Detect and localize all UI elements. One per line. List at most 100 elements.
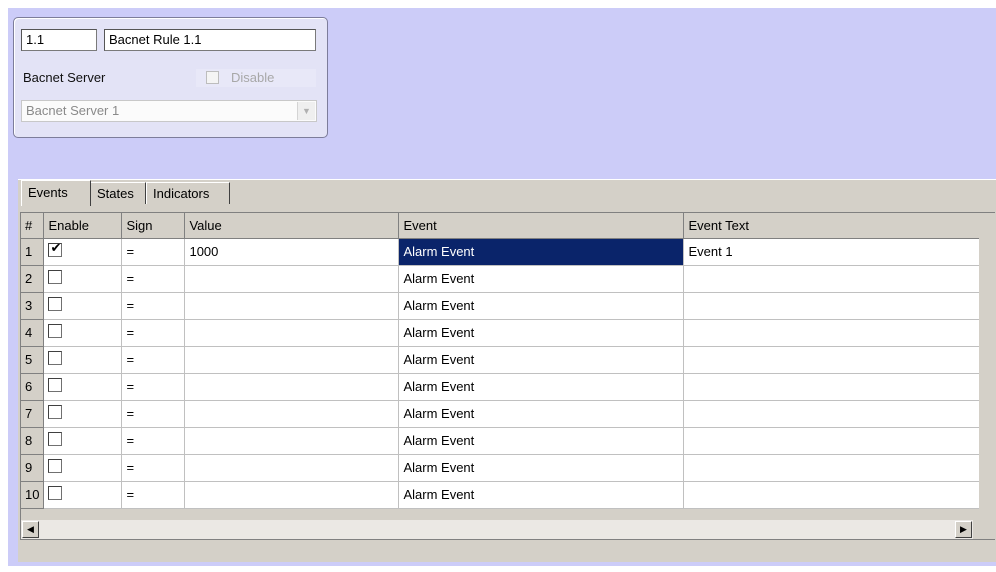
enable-checkbox[interactable] [48, 432, 63, 447]
enable-cell[interactable] [43, 346, 123, 374]
event-text-cell[interactable] [683, 400, 983, 428]
bacnet-server-selected-value: Bacnet Server 1 [26, 103, 120, 118]
enable-cell[interactable] [43, 292, 123, 320]
event-text-cell[interactable] [683, 265, 983, 293]
row-number-cell: 9 [21, 454, 45, 482]
sign-cell[interactable]: = [121, 346, 186, 374]
row-number-cell: 1 [21, 238, 45, 266]
row-number-cell: 6 [21, 373, 45, 401]
enable-cell[interactable] [43, 454, 123, 482]
event-text-cell[interactable] [683, 292, 983, 320]
enable-checkbox[interactable] [48, 324, 63, 339]
sign-cell[interactable]: = [121, 373, 186, 401]
event-cell[interactable]: Alarm Event [398, 481, 685, 509]
grid-right-edge [979, 213, 995, 519]
disable-checkbox[interactable] [206, 71, 219, 84]
sign-cell[interactable]: = [121, 427, 186, 455]
enable-cell[interactable] [43, 481, 123, 509]
event-text-cell[interactable] [683, 319, 983, 347]
enable-cell[interactable] [43, 427, 123, 455]
table-header-row: # Enable Sign Value Event Event Text [21, 213, 983, 239]
table-row[interactable]: 2 = Alarm Event [21, 265, 983, 293]
sign-cell[interactable]: = [121, 481, 186, 509]
column-header-sign[interactable]: Sign [121, 213, 186, 239]
value-cell[interactable] [184, 319, 400, 347]
enable-checkbox[interactable] [48, 351, 63, 366]
event-cell[interactable]: Alarm Event [398, 373, 685, 401]
enable-cell[interactable]: ✔ [43, 238, 123, 266]
event-cell[interactable]: Alarm Event [398, 454, 685, 482]
column-header-event[interactable]: Event [398, 213, 685, 239]
value-cell[interactable] [184, 373, 400, 401]
sign-cell[interactable]: = [121, 238, 186, 266]
row-number-cell: 10 [21, 481, 45, 509]
row-number-cell: 7 [21, 400, 45, 428]
event-cell[interactable]: Alarm Event [398, 400, 685, 428]
rule-id-field[interactable]: 1.1 [21, 29, 97, 51]
table-row[interactable]: 8 = Alarm Event [21, 427, 983, 455]
sign-cell[interactable]: = [121, 292, 186, 320]
table-row[interactable]: 7 = Alarm Event [21, 400, 983, 428]
sign-cell[interactable]: = [121, 400, 186, 428]
table-row[interactable]: 10 = Alarm Event [21, 481, 983, 509]
table-row[interactable]: 5 = Alarm Event [21, 346, 983, 374]
sign-cell[interactable]: = [121, 265, 186, 293]
event-text-cell[interactable] [683, 373, 983, 401]
enable-checkbox[interactable] [48, 297, 63, 312]
row-number-cell: 3 [21, 292, 45, 320]
enable-checkbox[interactable] [48, 486, 63, 501]
sign-cell[interactable]: = [121, 319, 186, 347]
enable-cell[interactable] [43, 400, 123, 428]
enable-cell[interactable] [43, 265, 123, 293]
row-number-cell: 8 [21, 427, 45, 455]
value-cell[interactable] [184, 454, 400, 482]
bacnet-server-select[interactable]: Bacnet Server 1 ▼ [21, 100, 317, 122]
value-cell[interactable] [184, 400, 400, 428]
value-cell[interactable] [184, 427, 400, 455]
event-cell[interactable]: Alarm Event [398, 346, 685, 374]
event-cell[interactable]: Alarm Event [398, 427, 685, 455]
enable-checkbox[interactable] [48, 270, 63, 285]
event-text-cell[interactable] [683, 427, 983, 455]
row-number-cell: 4 [21, 319, 45, 347]
chevron-down-icon[interactable]: ▼ [297, 102, 315, 120]
enable-checkbox[interactable] [48, 378, 63, 393]
arrow-right-icon[interactable]: ▶ [955, 521, 972, 538]
enable-cell[interactable] [43, 373, 123, 401]
table-row[interactable]: 3 = Alarm Event [21, 292, 983, 320]
column-header-number[interactable]: # [21, 213, 45, 239]
enable-checkbox[interactable] [48, 405, 63, 420]
tab-indicators[interactable]: Indicators [146, 182, 230, 204]
event-text-cell[interactable] [683, 481, 983, 509]
tab-events[interactable]: Events [21, 180, 91, 206]
column-header-value[interactable]: Value [184, 213, 400, 239]
disable-checkbox-group[interactable]: Disable [196, 69, 316, 87]
event-text-cell[interactable] [683, 454, 983, 482]
tab-panel: Events States Indicators # Enable Sign V… [18, 179, 996, 562]
column-header-event-text[interactable]: Event Text [683, 213, 983, 239]
arrow-left-icon[interactable]: ◀ [22, 521, 39, 538]
event-text-cell[interactable] [683, 346, 983, 374]
table-row[interactable]: 6 = Alarm Event [21, 373, 983, 401]
enable-cell[interactable] [43, 319, 123, 347]
value-cell[interactable] [184, 265, 400, 293]
value-cell[interactable]: 1000 [184, 238, 400, 266]
enable-checkbox[interactable]: ✔ [48, 241, 63, 258]
column-header-enable[interactable]: Enable [43, 213, 123, 239]
tab-states[interactable]: States [90, 182, 146, 204]
table-row[interactable]: 9 = Alarm Event [21, 454, 983, 482]
sign-cell[interactable]: = [121, 454, 186, 482]
table-row[interactable]: 4 = Alarm Event [21, 319, 983, 347]
value-cell[interactable] [184, 481, 400, 509]
value-cell[interactable] [184, 346, 400, 374]
value-cell[interactable] [184, 292, 400, 320]
table-row[interactable]: 1 ✔ = 1000 Alarm Event Event 1 [21, 238, 983, 266]
event-cell[interactable]: Alarm Event [398, 319, 685, 347]
horizontal-scrollbar[interactable]: ◀ ▶ [21, 519, 973, 539]
enable-checkbox[interactable] [48, 459, 63, 474]
rule-name-field[interactable]: Bacnet Rule 1.1 [104, 29, 316, 51]
event-cell[interactable]: Alarm Event [398, 238, 685, 266]
event-cell[interactable]: Alarm Event [398, 292, 685, 320]
event-cell[interactable]: Alarm Event [398, 265, 685, 293]
event-text-cell[interactable]: Event 1 [683, 238, 983, 266]
